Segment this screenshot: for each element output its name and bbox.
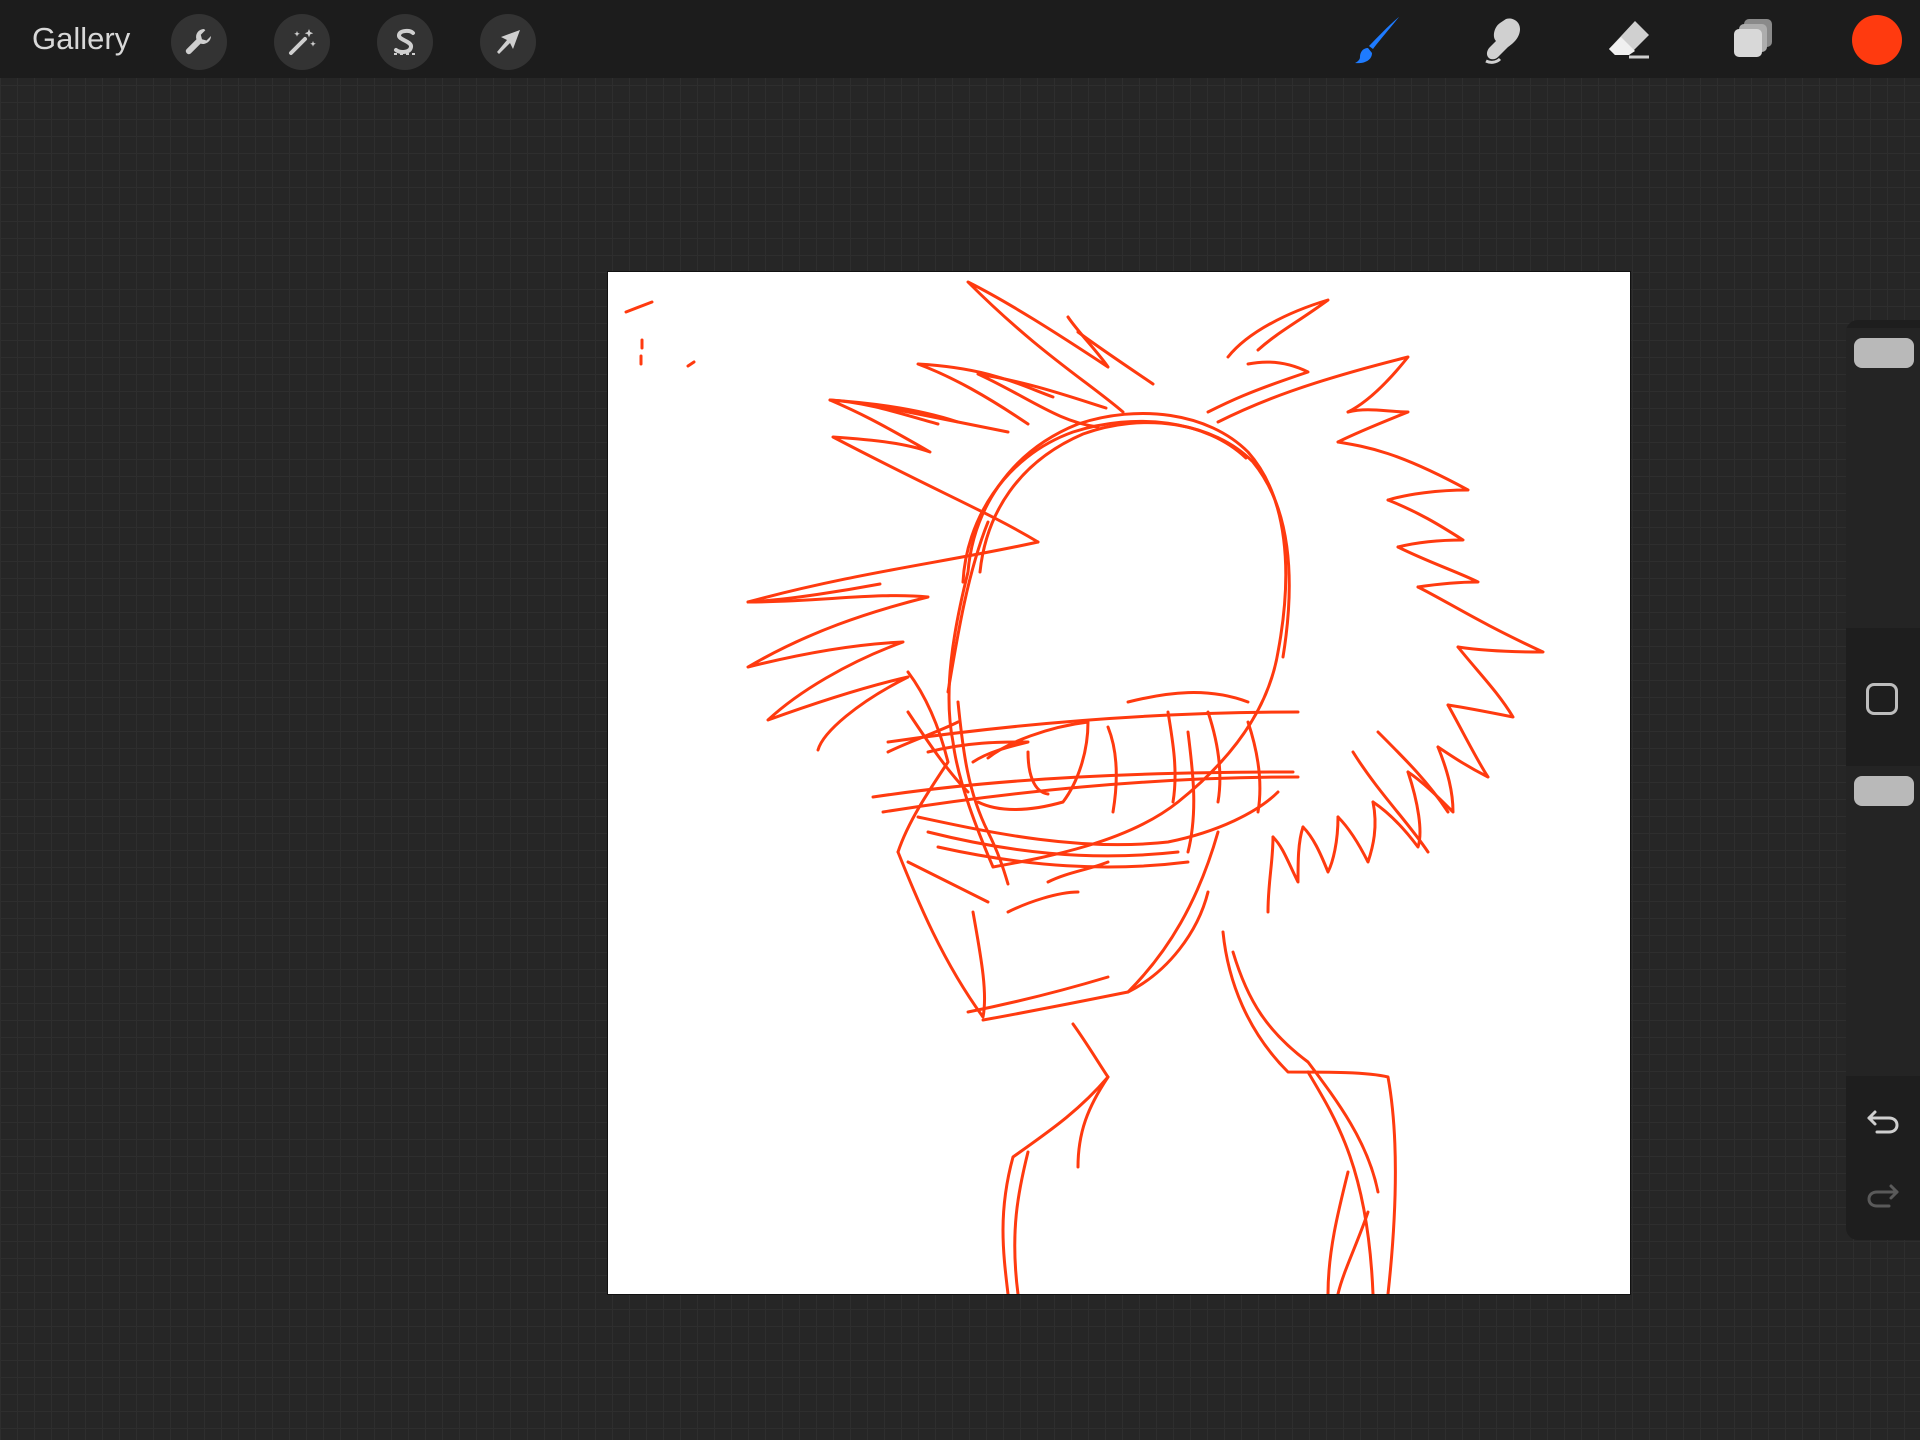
eraser-icon xyxy=(1609,21,1649,59)
smudge-tool-button[interactable] xyxy=(1475,12,1533,70)
selection-button[interactable] xyxy=(377,14,433,70)
color-picker-button[interactable] xyxy=(1852,15,1902,65)
magic-wand-icon xyxy=(289,29,316,55)
adjustments-button[interactable] xyxy=(274,14,330,70)
wrench-icon xyxy=(185,29,211,55)
gallery-button[interactable]: Gallery xyxy=(32,18,130,60)
sketch-artwork xyxy=(624,280,1545,1296)
redo-button[interactable] xyxy=(1859,1170,1907,1218)
brush-opacity-slider[interactable] xyxy=(1846,766,1920,1076)
brush-tool-button[interactable] xyxy=(1350,12,1408,70)
brush-opacity-handle[interactable] xyxy=(1854,776,1914,806)
brush-size-handle[interactable] xyxy=(1854,338,1914,368)
brush-sidebar xyxy=(1846,320,1920,1240)
eraser-tool-button[interactable] xyxy=(1600,12,1658,70)
actions-button[interactable] xyxy=(171,14,227,70)
undo-icon xyxy=(1867,1110,1899,1134)
top-toolbar: Gallery xyxy=(0,0,1920,78)
arrow-cursor-icon xyxy=(497,30,520,54)
drawing-canvas[interactable] xyxy=(608,272,1630,1296)
modify-square-icon[interactable] xyxy=(1866,683,1898,715)
redo-icon xyxy=(1867,1184,1899,1208)
undo-button[interactable] xyxy=(1859,1096,1907,1144)
brush-icon xyxy=(1355,17,1399,64)
layers-button[interactable] xyxy=(1725,12,1783,70)
transform-button[interactable] xyxy=(480,14,536,70)
layers-icon xyxy=(1734,19,1772,57)
brush-size-slider[interactable] xyxy=(1846,328,1920,628)
selection-s-icon xyxy=(394,28,416,55)
smudge-finger-icon xyxy=(1485,18,1520,64)
